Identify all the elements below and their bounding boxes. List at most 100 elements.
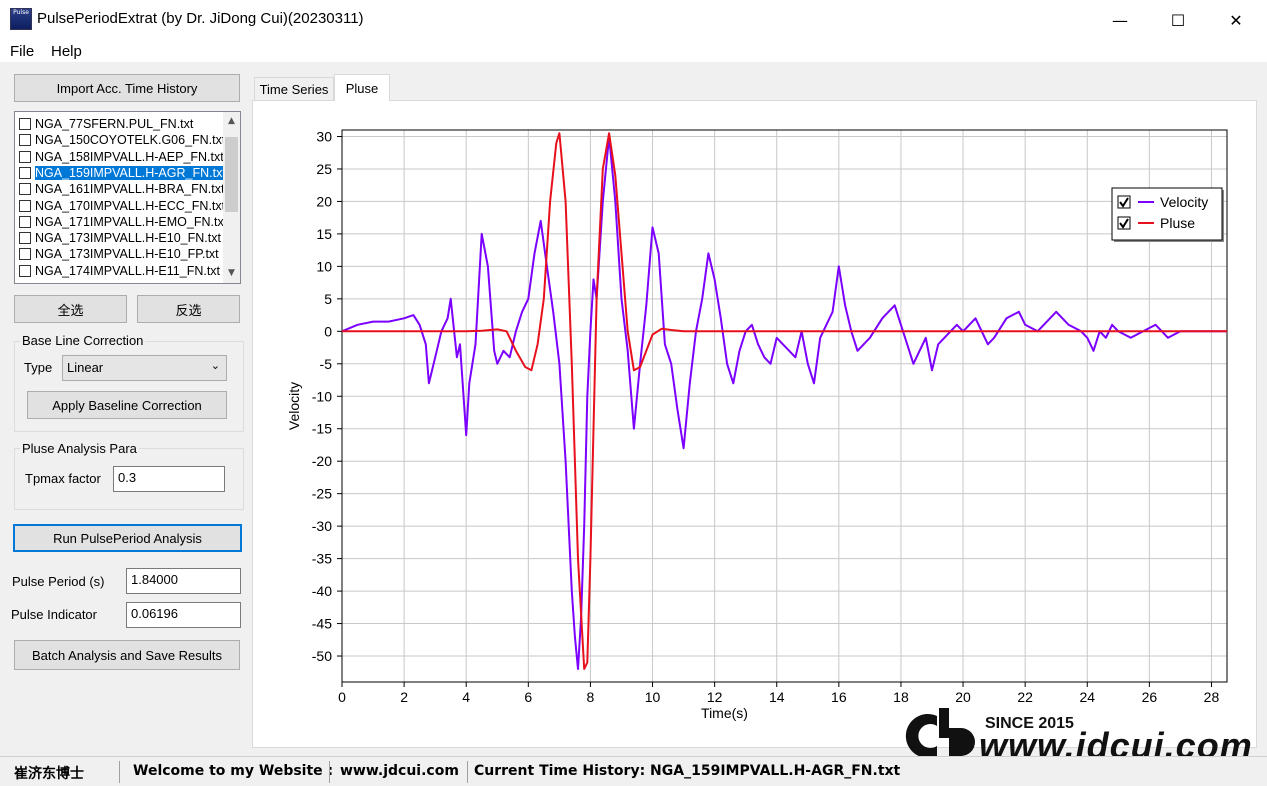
- type-select-value: Linear: [67, 360, 104, 375]
- y-tick-label: 5: [324, 291, 332, 307]
- menu-help[interactable]: Help: [51, 43, 82, 60]
- file-checkbox[interactable]: [19, 264, 31, 277]
- tpmax-input[interactable]: 0.3: [113, 466, 225, 492]
- file-list-item[interactable]: NGA_159IMPVALL.H-AGR_FN.txt: [19, 164, 223, 181]
- scroll-down-icon[interactable]: ▼: [223, 264, 240, 281]
- status-current-file: Current Time History: NGA_159IMPVALL.H-A…: [474, 763, 901, 779]
- pulse-period-field[interactable]: 1.84000: [126, 568, 241, 594]
- chart-panel: 0 2 4 6 8 10 12 14 16 18 20 22 24 26 28 30 25 20 15 10 5 0 -5-…: [252, 100, 1257, 748]
- status-welcome: Welcome to my Website :: [133, 763, 334, 779]
- y-tick-label: -5: [320, 356, 333, 372]
- import-button[interactable]: Import Acc. Time History: [14, 74, 240, 102]
- file-checkbox[interactable]: [19, 248, 31, 261]
- file-checkbox[interactable]: [19, 232, 31, 245]
- velocity-chart: 0 2 4 6 8 10 12 14 16 18 20 22 24 26 28302520151050-5-…: [286, 128, 1228, 721]
- select-all-button[interactable]: 全选: [14, 295, 127, 323]
- batch-analysis-button[interactable]: Batch Analysis and Save Results: [14, 640, 240, 670]
- jdcui-logo: SINCE 2015 www.jdcui.com: [905, 708, 1252, 762]
- file-checkbox[interactable]: [19, 134, 31, 147]
- y-tick-label: -45: [312, 616, 332, 632]
- cd-logo-mark: [905, 708, 975, 758]
- app-icon: Pulse: [10, 8, 32, 30]
- tpmax-label: Tpmax factor: [25, 471, 101, 486]
- file-checkbox[interactable]: [19, 215, 31, 228]
- file-name: NGA_159IMPVALL.H-AGR_FN.txt: [34, 164, 223, 181]
- chevron-down-icon: ⌄: [210, 360, 220, 372]
- plot-area: [341, 129, 1228, 683]
- file-checkbox[interactable]: [19, 118, 31, 130]
- y-tick-label: -30: [312, 518, 332, 534]
- file-list-item[interactable]: NGA_174IMPVALL.H-E11_FN.txt: [19, 263, 223, 279]
- x-tick-label: 26: [1142, 689, 1158, 705]
- x-tick-label: 0: [338, 689, 346, 705]
- file-name: NGA_77SFERN.PUL_FN.txt: [35, 117, 194, 131]
- y-tick-label: -50: [312, 648, 332, 664]
- invert-select-button[interactable]: 反选: [137, 295, 240, 323]
- minimize-button[interactable]: —: [1091, 0, 1149, 40]
- status-separator: [467, 761, 468, 783]
- scroll-thumb[interactable]: [225, 137, 238, 212]
- y-tick-label: 20: [316, 193, 332, 209]
- y-tick-label: 0: [324, 323, 332, 339]
- y-tick-label: -15: [312, 421, 332, 437]
- x-tick-label: 4: [462, 689, 470, 705]
- file-list-item[interactable]: NGA_158IMPVALL.H-AEP_FN.txt: [19, 149, 223, 165]
- y-tick-label: -40: [312, 583, 332, 599]
- y-tick-label: -20: [312, 453, 332, 469]
- scroll-up-icon[interactable]: ▲: [223, 112, 240, 129]
- x-tick-label: 16: [831, 689, 847, 705]
- x-tick-label: 18: [893, 689, 909, 705]
- file-name: NGA_170IMPVALL.H-ECC_FN.txt: [35, 198, 223, 213]
- tab-pluse[interactable]: Pluse: [334, 74, 390, 101]
- file-checkbox[interactable]: [19, 183, 31, 196]
- run-analysis-button[interactable]: Run PulsePeriod Analysis: [13, 524, 242, 552]
- legend-label: Velocity: [1160, 194, 1208, 210]
- menu-bar: File Help: [0, 40, 1267, 62]
- y-tick-label: -25: [312, 486, 332, 502]
- file-name: NGA_174IMPVALL.H-E11_FN.txt: [35, 263, 221, 278]
- pulse-para-group-label: Pluse Analysis Para: [20, 441, 139, 456]
- x-tick-label: 28: [1204, 689, 1220, 705]
- file-checkbox[interactable]: [19, 166, 31, 179]
- menu-file[interactable]: File: [10, 43, 34, 60]
- tab-time-series[interactable]: Time Series: [254, 77, 334, 101]
- type-label: Type: [24, 360, 53, 375]
- file-list-item[interactable]: NGA_77SFERN.PUL_FN.txt: [19, 116, 223, 132]
- close-button[interactable]: ✕: [1207, 0, 1265, 40]
- x-tick-label: 14: [769, 689, 785, 705]
- file-checkbox[interactable]: [19, 199, 31, 212]
- file-list-item[interactable]: NGA_173IMPVALL.H-E10_FN.txt: [19, 230, 223, 246]
- file-list-item[interactable]: NGA_161IMPVALL.H-BRA_FN.txt: [19, 181, 223, 197]
- status-separator: [119, 761, 120, 783]
- file-list-item[interactable]: NGA_150COYOTELK.G06_FN.txt: [19, 132, 223, 148]
- y-tick-label: 25: [316, 161, 332, 177]
- x-tick-label: 8: [587, 689, 595, 705]
- legend-label: Pluse: [1160, 215, 1195, 231]
- status-website-link[interactable]: www.jdcui.com: [340, 763, 459, 779]
- type-select[interactable]: Linear ⌄: [62, 355, 227, 381]
- y-axis-label: Velocity: [286, 382, 302, 430]
- file-list-item[interactable]: NGA_173IMPVALL.H-E10_FP.txt: [19, 246, 223, 262]
- file-list-scrollbar[interactable]: ▲ ▼: [223, 112, 240, 283]
- window-title: PulsePeriodExtrat (by Dr. JiDong Cui)(20…: [37, 10, 364, 27]
- file-list-item[interactable]: NGA_171IMPVALL.H-EMO_FN.txt: [19, 214, 223, 230]
- status-bar: 崔济东博士 Welcome to my Website : www.jdcui.…: [0, 756, 1267, 786]
- file-name: NGA_158IMPVALL.H-AEP_FN.txt: [35, 149, 223, 164]
- file-name: NGA_173IMPVALL.H-E10_FP.txt: [35, 247, 219, 262]
- status-separator: [329, 761, 330, 783]
- y-tick-label: 10: [316, 258, 332, 274]
- y-tick-label: -35: [312, 551, 332, 567]
- x-tick-label: 2: [400, 689, 408, 705]
- maximize-button[interactable]: ☐: [1149, 0, 1207, 40]
- y-tick-label: 30: [316, 128, 332, 144]
- file-name: NGA_150COYOTELK.G06_FN.txt: [35, 133, 223, 148]
- x-tick-label: 24: [1079, 689, 1095, 705]
- file-checkbox[interactable]: [19, 150, 31, 163]
- file-list-item[interactable]: NGA_170IMPVALL.H-ECC_FN.txt: [19, 198, 223, 214]
- x-tick-label: 22: [1017, 689, 1033, 705]
- pulse-indicator-field[interactable]: 0.06196: [126, 602, 241, 628]
- apply-baseline-button[interactable]: Apply Baseline Correction: [27, 391, 227, 419]
- x-axis-label: Time(s): [701, 705, 748, 721]
- title-bar: Pulse PulsePeriodExtrat (by Dr. JiDong C…: [0, 0, 1267, 40]
- file-list[interactable]: NGA_77SFERN.PUL_FN.txt NGA_150COYOTELK.G0…: [14, 111, 241, 284]
